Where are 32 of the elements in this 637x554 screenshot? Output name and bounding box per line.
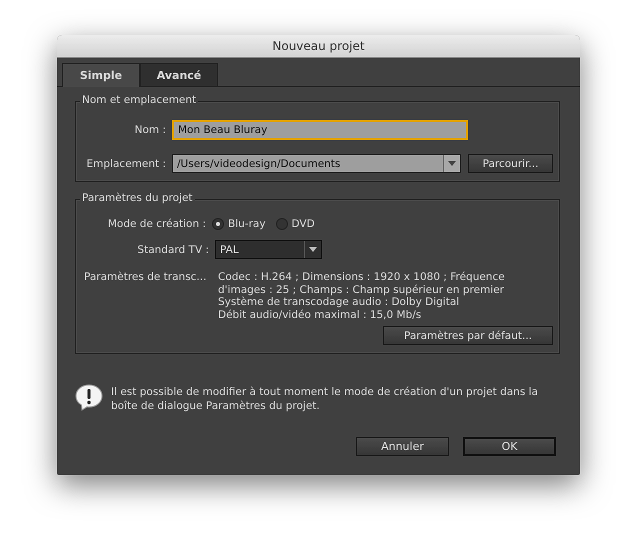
defaults-button[interactable]: Paramètres par défaut...	[383, 326, 553, 345]
field-label: Paramètres de transc...	[83, 271, 208, 283]
transcode-info-line: Débit audio/vidéo maximal : 15,0 Mb/s	[218, 308, 422, 321]
tv-standard-dropdown[interactable]: PAL	[215, 240, 322, 259]
radio-option[interactable]: DVD	[276, 218, 315, 230]
info-text-line: Il est possible de modifier à tout moment le mode de création d'un projet dans la	[111, 386, 538, 400]
browse-button[interactable]: Parcourir...	[468, 154, 553, 173]
dropdown-arrow-icon	[309, 247, 317, 252]
info-text-line: boîte de dialogue Paramètres du projet.	[111, 400, 321, 413]
dropdown-arrow-icon	[448, 161, 456, 166]
radio-label: Blu-ray	[228, 218, 266, 230]
tab[interactable]: Simple	[62, 63, 140, 87]
radio-icon[interactable]	[212, 218, 224, 230]
field-label: Mode de création :	[106, 218, 207, 230]
radio-icon[interactable]	[276, 218, 288, 230]
transcode-info-line: d'images : 25 ; Champs : Champ supérieur en premier	[218, 284, 505, 296]
cancel-button[interactable]: Annuler	[356, 437, 449, 456]
ok-button[interactable]: OK	[463, 437, 556, 456]
transcode-info-line: Système de transcodage audio : Dolby Digital	[218, 296, 460, 308]
tab[interactable]: Avancé	[140, 63, 218, 86]
name-input-field[interactable]: Mon Beau Bluray	[172, 120, 468, 140]
transcode-info-line: Codec : H.264 ; Dimensions : 1920 x 1080 ; Fréquence	[218, 271, 505, 284]
field-label: Standard TV :	[136, 244, 210, 256]
radio-label: DVD	[292, 218, 315, 230]
group-title: Nom et emplacement	[80, 94, 198, 106]
window-title: Nouveau projet	[272, 39, 365, 53]
field-label: Emplacement :	[86, 158, 167, 170]
field-label: Nom :	[134, 124, 167, 136]
alert-icon	[75, 384, 103, 411]
radio-option[interactable]: Blu-ray	[212, 218, 266, 230]
location-dropdown[interactable]: /Users/videodesign/Documents	[172, 154, 462, 173]
group-title: Paramètres du projet	[80, 192, 195, 204]
